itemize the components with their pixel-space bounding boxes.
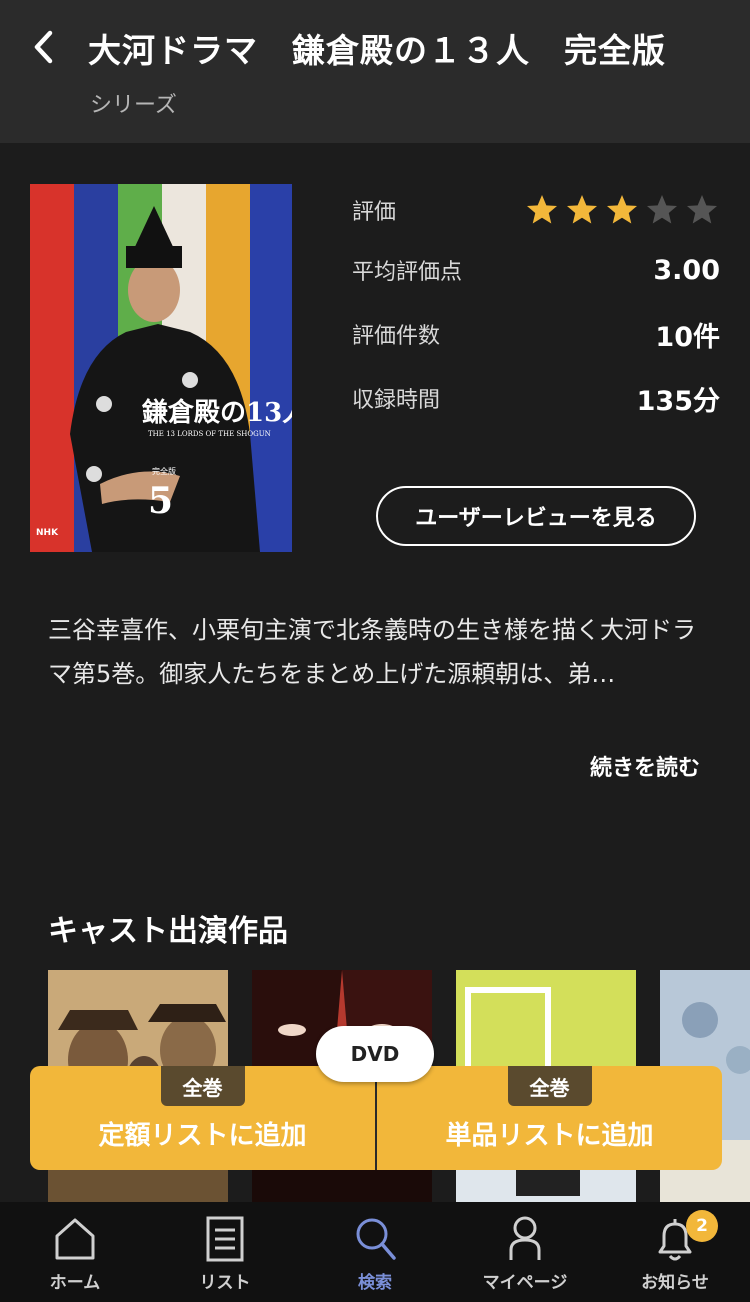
duration-value: 135分	[636, 385, 720, 417]
cover-subtitle: THE 13 LORDS OF THE SHOGUN	[148, 430, 271, 438]
description: 三谷幸喜作、小栗旬主演で北条義時の生き様を描く大河ドラマ第5巻。御家人たちをまと…	[48, 616, 696, 688]
rating-count-row: 評価件数 10件	[352, 314, 720, 354]
tab-search[interactable]: 検索	[300, 1202, 450, 1302]
tab-label: ホーム	[49, 1273, 101, 1293]
rating-count-value: 10件	[655, 321, 720, 353]
star-filled-icon	[567, 195, 597, 224]
cover-image: 鎌倉殿の13人 THE 13 LORDS OF THE SHOGUN 完全版 5…	[30, 184, 292, 552]
rating-count-label: 評価件数	[352, 324, 441, 349]
rating-stars	[524, 192, 720, 228]
all-volumes-badge: 全巻	[160, 1066, 245, 1106]
header: 大河ドラマ 鎌倉殿の１３人 完全版 シリーズ	[0, 0, 750, 143]
tab-home[interactable]: ホーム	[0, 1202, 150, 1302]
tab-mypage[interactable]: マイページ	[450, 1202, 600, 1302]
rating-label: 評価	[352, 200, 397, 225]
tab-label: マイページ	[482, 1273, 568, 1293]
star-filled-icon	[607, 195, 637, 224]
bottom-tab-bar: ホーム リスト 検索 マイページ お知らせ 2	[0, 1202, 750, 1302]
cover-title: 鎌倉殿の13人	[142, 398, 292, 428]
duration-label: 収録時間	[352, 388, 441, 413]
rating-row: 評価	[352, 190, 720, 230]
back-button[interactable]	[24, 22, 64, 72]
person-icon	[509, 1216, 541, 1260]
tab-notifications[interactable]: お知らせ 2	[600, 1202, 750, 1302]
star-empty-icon	[687, 195, 717, 224]
search-icon	[356, 1218, 396, 1260]
all-volumes-badge: 全巻	[507, 1066, 592, 1106]
add-subscription-list-button[interactable]: 全巻 定額リストに追加	[30, 1066, 375, 1170]
home-icon	[55, 1218, 95, 1260]
cover-volume: 5	[148, 480, 174, 522]
read-more-link[interactable]: 続きを読む	[590, 750, 700, 782]
chevron-left-icon	[34, 30, 53, 64]
add-single-list-button[interactable]: 全巻 単品リストに追加	[375, 1066, 722, 1170]
list-icon	[206, 1216, 244, 1262]
tab-list[interactable]: リスト	[150, 1202, 300, 1302]
duration-row: 収録時間 135分	[352, 378, 720, 418]
avg-rating-row: 平均評価点 3.00	[352, 250, 720, 290]
star-filled-icon	[527, 195, 557, 224]
user-review-button[interactable]: ユーザーレビューを見る	[376, 486, 696, 546]
tab-label: 検索	[358, 1273, 392, 1293]
series-label: シリーズ	[90, 93, 177, 118]
add-single-list-label: 単品リストに追加	[445, 1121, 654, 1151]
notification-count-badge: 2	[686, 1210, 718, 1242]
avg-rating-value: 3.00	[653, 254, 720, 286]
cover-volume-label: 完全版	[152, 467, 176, 476]
cast-section-title: キャスト出演作品	[48, 914, 288, 949]
avg-rating-label: 平均評価点	[352, 260, 463, 285]
page-title: 大河ドラマ 鎌倉殿の１３人 完全版	[88, 31, 666, 70]
star-empty-icon	[647, 195, 677, 224]
cover-publisher: NHK	[36, 528, 59, 538]
add-subscription-list-label: 定額リストに追加	[98, 1121, 307, 1151]
tab-label: リスト	[199, 1273, 251, 1293]
format-badge: DVD	[316, 1026, 434, 1082]
tab-label: お知らせ	[641, 1273, 709, 1293]
